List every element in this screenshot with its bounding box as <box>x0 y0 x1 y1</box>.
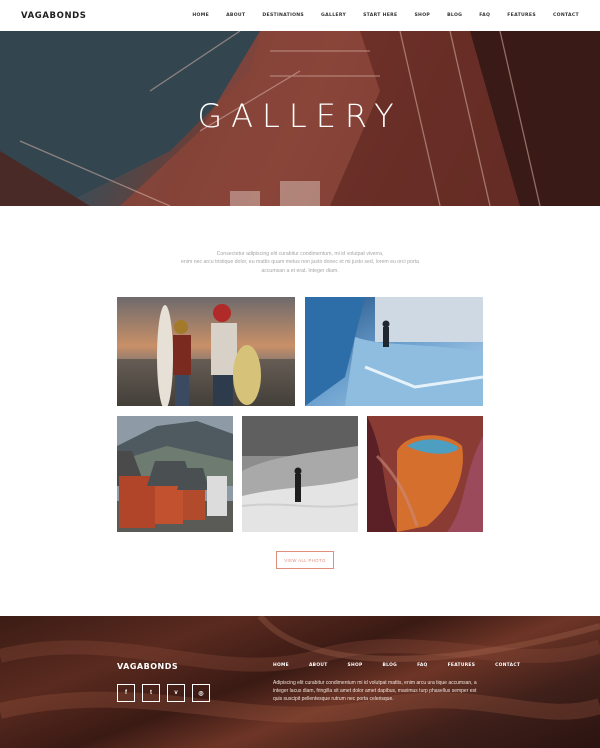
footer-description: Adipiscing elit curabitur condimentum mi… <box>273 680 477 702</box>
nav-faq[interactable]: FAQ <box>479 13 490 18</box>
gallery-photo-canyon[interactable] <box>367 416 483 532</box>
intro-line: Consectetur adipiscing elit curabitur co… <box>216 251 384 257</box>
nav-start-here[interactable]: START HERE <box>363 13 397 18</box>
nav-contact[interactable]: CONTACT <box>553 13 579 18</box>
instagram-icon[interactable]: ◎ <box>192 684 210 702</box>
nav-blog[interactable]: BLOG <box>447 13 462 18</box>
intro-text: Consectetur adipiscing elit curabitur co… <box>150 250 450 275</box>
nav-shop[interactable]: SHOP <box>414 13 430 18</box>
footer-nav-about[interactable]: ABOUT <box>309 663 328 668</box>
gallery-photo-ice[interactable] <box>305 297 483 406</box>
canyon-image <box>367 416 483 532</box>
nav-features[interactable]: FEATURES <box>507 13 536 18</box>
desert-image <box>242 416 358 532</box>
footer-logo[interactable]: VAGABONDS <box>117 662 178 671</box>
twitter-icon[interactable]: t <box>142 684 160 702</box>
site-header: VAGABONDS HOME ABOUT DESTINATIONS GALLER… <box>0 0 600 31</box>
ice-image <box>305 297 483 406</box>
nav-home[interactable]: HOME <box>192 13 209 18</box>
page-title: GALLERY <box>197 97 403 135</box>
nav-gallery[interactable]: GALLERY <box>321 13 346 18</box>
nav-destinations[interactable]: DESTINATIONS <box>262 13 304 18</box>
footer-nav-home[interactable]: HOME <box>273 663 289 668</box>
nav-about[interactable]: ABOUT <box>226 13 245 18</box>
footer-nav: HOME ABOUT SHOP BLOG FAQ FEATURES CONTAC… <box>273 663 520 668</box>
gallery-photo-desert[interactable] <box>242 416 358 532</box>
surfers-image <box>117 297 295 406</box>
site-footer: VAGABONDS f t v ◎ HOME ABOUT SHOP BLOG F… <box>0 616 600 748</box>
vimeo-icon[interactable]: v <box>167 684 185 702</box>
intro-line: enim nec arcu tristique dolor, eu mattis… <box>181 259 419 266</box>
site-logo[interactable]: VAGABONDS <box>21 11 87 21</box>
intro-line: accumsan a et erat. Integer diam. <box>261 267 339 274</box>
facebook-icon[interactable]: f <box>117 684 135 702</box>
footer-nav-blog[interactable]: BLOG <box>383 663 398 668</box>
gallery-photo-cabins[interactable] <box>117 416 233 532</box>
main-nav: HOME ABOUT DESTINATIONS GALLERY START HE… <box>192 13 579 18</box>
gallery-photo-surfers[interactable] <box>117 297 295 406</box>
view-all-photos-button[interactable]: VIEW ALL PHOTO <box>276 551 334 569</box>
hero-banner: GALLERY <box>0 31 600 206</box>
footer-nav-shop[interactable]: SHOP <box>348 663 363 668</box>
footer-nav-faq[interactable]: FAQ <box>417 663 428 668</box>
social-links: f t v ◎ <box>117 684 217 702</box>
cabins-image <box>117 416 233 532</box>
footer-nav-contact[interactable]: CONTACT <box>495 663 520 668</box>
footer-nav-features[interactable]: FEATURES <box>448 663 476 668</box>
